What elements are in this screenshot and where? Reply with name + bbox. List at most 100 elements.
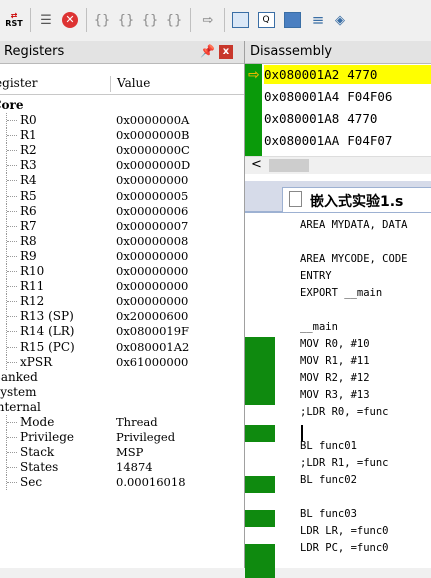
coverage-marker (245, 544, 275, 578)
register-value[interactable]: MSP (116, 445, 143, 459)
register-row[interactable]: Privilege Privileged (0, 430, 244, 446)
register-value[interactable]: 0x00000000 (116, 294, 188, 308)
register-row[interactable]: Mode Thread (0, 414, 244, 430)
code-line[interactable]: MOV R0, #10 (300, 336, 370, 353)
symbols-window-icon[interactable] (282, 10, 302, 30)
register-value[interactable]: 0x00000006 (116, 204, 188, 218)
step-out-icon[interactable]: {} (140, 10, 160, 30)
register-row[interactable]: R12 0x00000000 (0, 294, 244, 310)
scroll-thumb[interactable] (269, 159, 309, 172)
register-value[interactable]: 0x0000000D (116, 158, 190, 172)
register-group-row[interactable]: System (0, 385, 244, 400)
register-group-row[interactable]: Internal (0, 400, 244, 415)
register-value[interactable]: 0x0000000B (116, 128, 189, 142)
register-group-row[interactable]: Banked (0, 370, 244, 385)
register-value[interactable]: 0x00000000 (116, 249, 188, 263)
register-row[interactable]: R13 (SP) 0x20000600 (0, 309, 244, 325)
column-value[interactable]: Value (117, 76, 150, 90)
code-line[interactable]: ;LDR R0, =func (300, 404, 389, 421)
code-line[interactable]: BL func01 (300, 438, 357, 455)
register-value[interactable]: 0x00000007 (116, 219, 188, 233)
register-value[interactable]: Privileged (116, 430, 175, 444)
register-value[interactable]: 0.00016018 (116, 475, 186, 489)
register-row[interactable]: Stack MSP (0, 445, 244, 461)
register-row[interactable]: R10 0x00000000 (0, 264, 244, 280)
register-group-row[interactable]: Core (0, 98, 244, 113)
code-line[interactable]: BL func02 (300, 472, 357, 489)
register-value[interactable]: 0x00000005 (116, 189, 188, 203)
register-row[interactable]: R1 0x0000000B (0, 128, 244, 144)
register-row[interactable]: R7 0x00000007 (0, 218, 244, 234)
register-row[interactable]: R5 0x00000005 (0, 188, 244, 204)
current-instruction-row[interactable]: 0x080001A2 4770 (264, 65, 431, 84)
disassembly-horizontal-scrollbar[interactable]: < (245, 156, 431, 174)
show-next-icon[interactable]: ⇨ (198, 10, 218, 30)
scroll-left-icon[interactable]: < (251, 157, 262, 172)
pin-icon[interactable]: 📌 (200, 44, 215, 58)
tree-line (6, 218, 19, 234)
editor-tab-bar: 嵌入式实验1.s (245, 181, 431, 213)
register-name: R13 (SP) (20, 309, 74, 324)
code-line[interactable]: AREA MYDATA, DATA (300, 217, 407, 234)
register-name: R8 (20, 233, 37, 248)
register-value[interactable]: 0x00000000 (116, 279, 188, 293)
register-value[interactable]: 0x0000000A (116, 113, 189, 127)
column-register-label: Register (0, 76, 38, 90)
tree-line (6, 445, 19, 461)
command-window-icon[interactable] (230, 10, 250, 30)
register-row[interactable]: R9 0x00000000 (0, 248, 244, 264)
register-row[interactable]: R14 (LR) 0x0800019F (0, 324, 244, 340)
code-line[interactable]: MOV R3, #13 (300, 387, 370, 404)
toolbar-separator (224, 8, 225, 32)
code-line[interactable]: AREA MYCODE, CODE (300, 251, 407, 268)
step-over-icon[interactable]: {} (116, 10, 136, 30)
register-value[interactable]: 0x080001A2 (116, 340, 189, 354)
register-row[interactable]: R4 0x00000000 (0, 173, 244, 189)
code-line[interactable]: __main (300, 319, 338, 336)
tab-source-file[interactable]: 嵌入式实验1.s (282, 187, 431, 212)
instruction-row[interactable]: 0x080001AA F04F07 (264, 131, 431, 150)
run-to-cursor-icon[interactable]: {} (164, 10, 184, 30)
close-icon[interactable]: x (219, 45, 233, 59)
code-line[interactable]: LDR PC, =func0 (300, 540, 389, 557)
register-value[interactable]: 0x0000000C (116, 143, 190, 157)
register-value[interactable]: 0x00000000 (116, 264, 188, 278)
code-line[interactable]: BL func03 (300, 506, 357, 523)
register-row[interactable]: R11 0x00000000 (0, 279, 244, 295)
step-icon[interactable]: ☰ (36, 10, 56, 30)
reset-icon[interactable]: ⇄ RST (4, 10, 24, 30)
code-line[interactable]: MOV R1, #11 (300, 353, 370, 370)
register-value[interactable]: 0x0800019F (116, 324, 189, 338)
register-row[interactable]: Sec 0.00016018 (0, 475, 244, 491)
register-value[interactable]: 14874 (116, 460, 153, 474)
register-row[interactable]: xPSR 0x61000000 (0, 354, 244, 370)
debug-toolbar: ⇄ RST ☰ ✕ {} {} {} {} ⇨ Q ≡ ◈ (0, 0, 431, 42)
code-line[interactable]: ENTRY (300, 268, 332, 285)
register-row[interactable]: R0 0x0000000A (0, 113, 244, 129)
register-row[interactable]: R6 0x00000006 (0, 203, 244, 219)
register-value[interactable]: 0x00000000 (116, 173, 188, 187)
instruction-row[interactable]: 0x080001A8 4770 (264, 109, 431, 128)
registers-window-icon[interactable]: ≡ (308, 10, 328, 30)
register-row[interactable]: R15 (PC) 0x080001A2 (0, 339, 244, 355)
code-line[interactable]: MOV R2, #12 (300, 370, 370, 387)
instruction-row[interactable]: 0x080001A4 F04F06 (264, 87, 431, 106)
code-line[interactable]: ;LDR R1, =func (300, 455, 389, 472)
register-value[interactable]: 0x61000000 (116, 355, 188, 369)
disassembly-panel: Disassembly ⇨ 0x080001A2 4770 0x080001A4 F0… (245, 41, 431, 181)
register-row[interactable]: R3 0x0000000D (0, 158, 244, 174)
call-stack-icon[interactable]: ◈ (330, 10, 350, 30)
stop-icon[interactable]: ✕ (60, 10, 80, 30)
code-gutter[interactable] (245, 213, 275, 578)
register-value[interactable]: 0x20000600 (116, 309, 188, 323)
code-line[interactable]: EXPORT __main (300, 285, 382, 302)
disassembly-window-icon[interactable]: Q (256, 10, 276, 30)
step-into-icon[interactable]: {} (92, 10, 112, 30)
column-register[interactable]: Register (0, 76, 111, 92)
code-line[interactable]: LDR LR, =func0 (300, 523, 389, 540)
register-value[interactable]: 0x00000008 (116, 234, 188, 248)
register-row[interactable]: R8 0x00000008 (0, 233, 244, 249)
register-value[interactable]: Thread (116, 415, 158, 429)
register-row[interactable]: R2 0x0000000C (0, 143, 244, 159)
register-row[interactable]: States 14874 (0, 460, 244, 476)
